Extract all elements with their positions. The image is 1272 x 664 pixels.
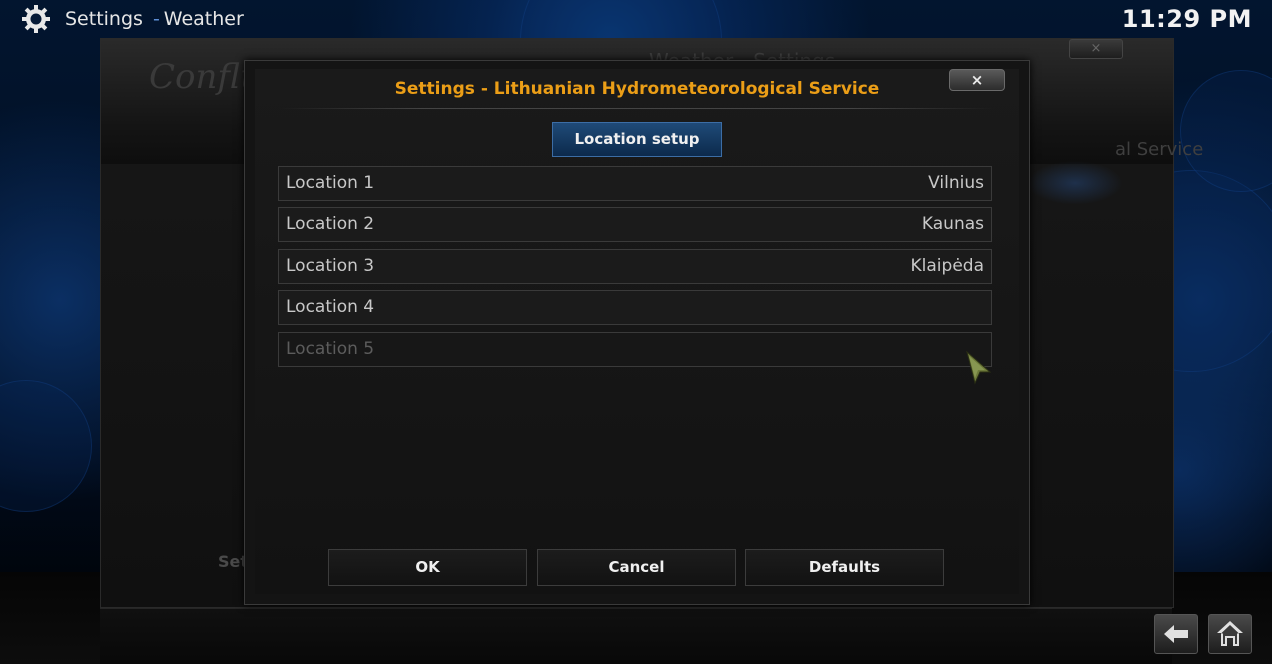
- location-3-value: Klaipėda: [910, 256, 984, 276]
- location-5-setting: Location 5: [278, 332, 992, 367]
- gear-icon: [22, 5, 50, 33]
- category-location-setup[interactable]: Location setup: [552, 122, 722, 157]
- location-1-label: Location 1: [286, 173, 375, 193]
- back-arrow-icon: [1164, 625, 1188, 643]
- back-button[interactable]: [1154, 614, 1198, 654]
- background-focus-glow: [1027, 161, 1123, 205]
- location-2-label: Location 2: [286, 214, 375, 234]
- location-3-setting[interactable]: Location 3 Klaipėda: [278, 249, 992, 284]
- header-section: Weather: [163, 8, 244, 30]
- dialog-close-button[interactable]: ×: [949, 69, 1005, 91]
- header-title: Settings: [65, 8, 143, 30]
- ok-button[interactable]: OK: [328, 549, 527, 586]
- clock: 11:29 PM: [1121, 5, 1252, 33]
- kodi-screen: Settings-Weather 11:29 PM Confluence Wea…: [0, 0, 1272, 664]
- dialog-divider: [279, 108, 995, 109]
- dialog-title: Settings - Lithuanian Hydrometeorologica…: [394, 79, 880, 99]
- location-3-label: Location 3: [286, 256, 375, 276]
- addon-settings-dialog: Settings - Lithuanian Hydrometeorologica…: [244, 60, 1030, 605]
- background-orb: [0, 380, 92, 512]
- location-2-value: Kaunas: [921, 214, 984, 234]
- location-5-label: Location 5: [286, 339, 375, 359]
- location-1-value: Vilnius: [928, 173, 984, 193]
- location-2-setting[interactable]: Location 2 Kaunas: [278, 207, 992, 242]
- defaults-button[interactable]: Defaults: [745, 549, 944, 586]
- location-4-label: Location 4: [286, 297, 375, 317]
- header-breadcrumb: Settings - Weather: [65, 8, 244, 30]
- location-1-setting[interactable]: Location 1 Vilnius: [278, 166, 992, 201]
- footer-strip: [100, 608, 1172, 664]
- background-close-button[interactable]: ×: [1069, 39, 1123, 59]
- mouse-cursor-icon: [966, 350, 992, 385]
- header-separator: -: [152, 8, 160, 30]
- home-icon: [1217, 621, 1243, 646]
- background-provider-label: al Service: [1115, 139, 1204, 160]
- home-button[interactable]: [1208, 614, 1252, 654]
- location-4-setting[interactable]: Location 4: [278, 290, 992, 325]
- cancel-button[interactable]: Cancel: [537, 549, 736, 586]
